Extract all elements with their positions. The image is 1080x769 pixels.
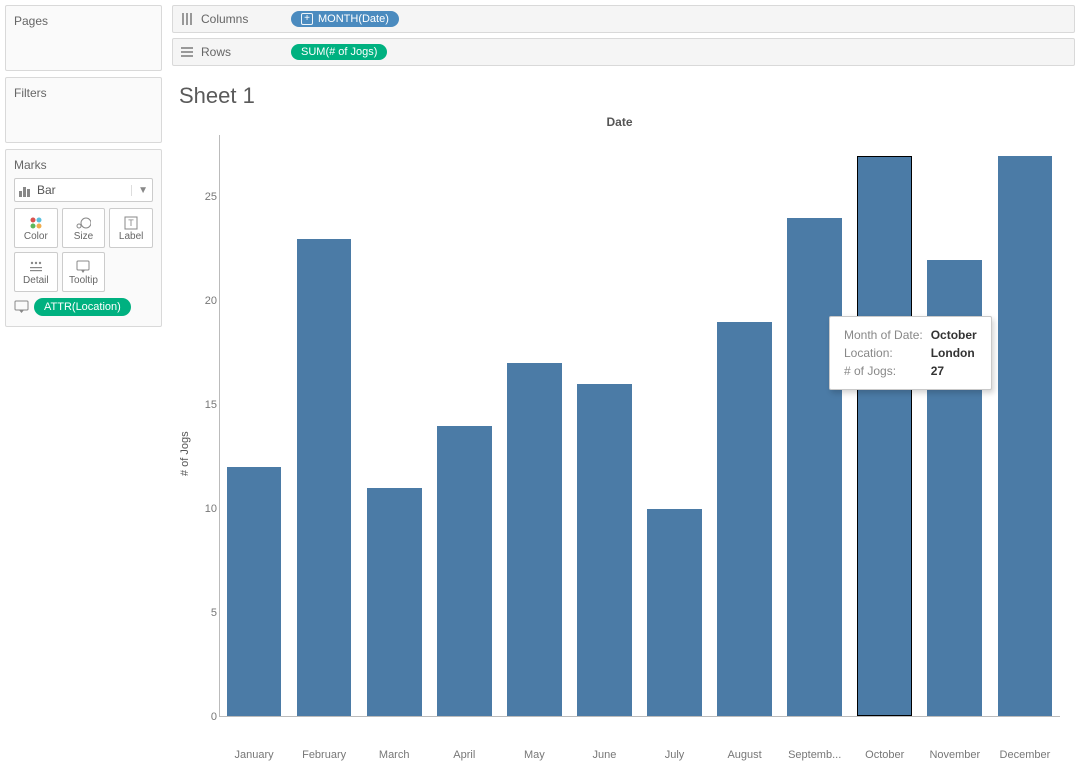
rows-icon <box>179 44 195 60</box>
y-tick: 15 <box>205 399 217 411</box>
marks-tooltip-button[interactable]: Tooltip <box>62 252 106 292</box>
marks-title: Marks <box>14 158 153 172</box>
attr-location-pill[interactable]: ATTR(Location) <box>34 298 131 316</box>
y-tick: 10 <box>205 503 217 515</box>
color-icon <box>29 215 43 231</box>
x-tick-label: October <box>850 745 920 769</box>
chart-bar[interactable] <box>577 384 632 716</box>
mark-type-label: Bar <box>37 183 131 197</box>
chart-y-axis: 0510152025 <box>195 135 219 717</box>
chevron-down-icon: ▼ <box>131 185 148 196</box>
x-tick-label: February <box>289 745 359 769</box>
chart-bar[interactable] <box>367 488 422 716</box>
marks-detail-button[interactable]: Detail <box>14 252 58 292</box>
rows-shelf[interactable]: Rows SUM(# of Jogs) <box>172 38 1075 66</box>
chart-bar[interactable] <box>507 363 562 716</box>
x-tick-label: Septemb... <box>780 745 850 769</box>
x-tick-label: August <box>710 745 780 769</box>
marks-color-button[interactable]: Color <box>14 208 58 248</box>
y-tick: 5 <box>211 607 217 619</box>
label-icon: T <box>124 215 138 231</box>
marks-size-button[interactable]: Size <box>62 208 106 248</box>
pages-title: Pages <box>14 14 153 28</box>
chart-tooltip: Month of Date:October Location:London # … <box>829 316 992 390</box>
y-tick: 0 <box>211 711 217 723</box>
x-tick-label: November <box>920 745 990 769</box>
chart-bar[interactable] <box>437 426 492 717</box>
x-tick-label: May <box>499 745 569 769</box>
detail-icon <box>29 259 43 275</box>
chart-bar[interactable] <box>787 218 842 716</box>
x-tick-label: April <box>429 745 499 769</box>
x-tick-label: December <box>990 745 1060 769</box>
columns-pill[interactable]: + MONTH(Date) <box>291 11 399 27</box>
marks-label-button[interactable]: T Label <box>109 208 153 248</box>
pages-panel[interactable]: Pages <box>5 5 162 71</box>
x-tick-label: June <box>569 745 639 769</box>
chart-bar[interactable] <box>717 322 772 716</box>
rows-label: Rows <box>201 45 291 59</box>
y-tick: 20 <box>205 295 217 307</box>
columns-shelf[interactable]: Columns + MONTH(Date) <box>172 5 1075 33</box>
chart-x-axis-title: Date <box>179 115 1060 129</box>
size-icon <box>75 215 91 231</box>
chart-bar[interactable] <box>857 156 912 716</box>
tooltip-icon <box>14 299 30 315</box>
filters-panel[interactable]: Filters <box>5 77 162 143</box>
expand-icon: + <box>301 13 313 25</box>
mark-type-dropdown[interactable]: Bar ▼ <box>14 178 153 202</box>
columns-label: Columns <box>201 12 291 26</box>
chart-bar[interactable] <box>227 467 282 716</box>
chart-bar[interactable] <box>998 156 1053 716</box>
filters-title: Filters <box>14 86 153 100</box>
chart-plot-area[interactable] <box>219 135 1060 717</box>
x-tick-label: January <box>219 745 289 769</box>
y-tick: 25 <box>205 191 217 203</box>
rows-pill[interactable]: SUM(# of Jogs) <box>291 44 387 60</box>
bar-chart-icon <box>19 183 33 197</box>
marks-panel: Marks Bar ▼ Color <box>5 149 162 327</box>
svg-text:T: T <box>128 218 134 228</box>
chart-y-axis-title: # of Jogs <box>179 135 195 745</box>
tooltip-icon <box>76 259 90 275</box>
chart-x-axis: JanuaryFebruaryMarchAprilMayJuneJulyAugu… <box>219 745 1060 769</box>
sheet-title[interactable]: Sheet 1 <box>179 83 1060 109</box>
x-tick-label: July <box>639 745 709 769</box>
x-tick-label: March <box>359 745 429 769</box>
columns-icon <box>179 11 195 27</box>
chart-bar[interactable] <box>647 509 702 717</box>
chart-bar[interactable] <box>297 239 352 716</box>
